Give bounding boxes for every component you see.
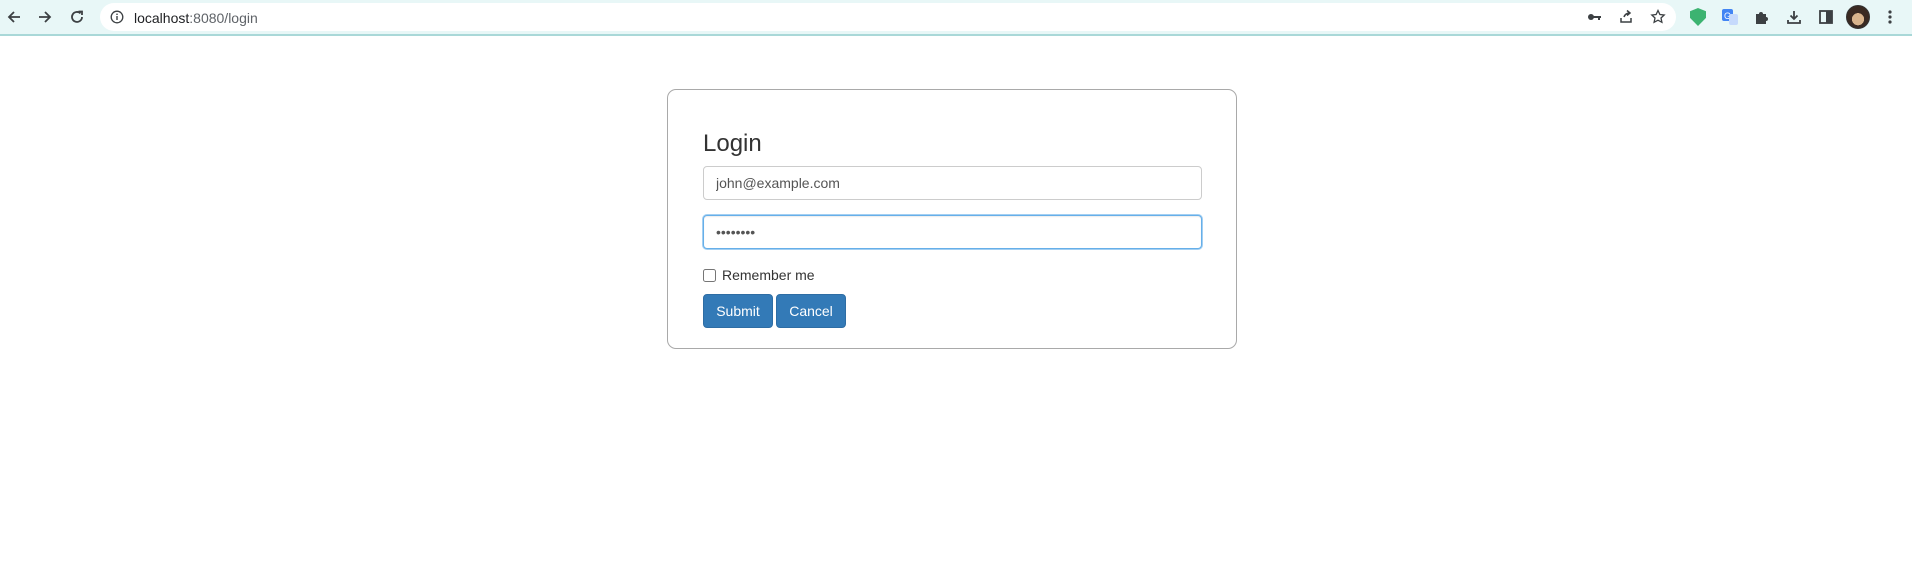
info-icon[interactable] xyxy=(110,10,124,24)
forward-icon[interactable] xyxy=(31,0,59,34)
email-field[interactable] xyxy=(703,166,1202,200)
remember-label: Remember me xyxy=(722,267,815,283)
puzzle-icon[interactable] xyxy=(1748,0,1776,34)
download-icon[interactable] xyxy=(1780,0,1808,34)
remember-checkbox[interactable] xyxy=(703,268,716,282)
submit-button[interactable]: Submit xyxy=(703,294,773,328)
browser-toolbar: localhost:8080/login G xyxy=(0,0,1912,36)
url-host: localhost xyxy=(134,10,190,26)
key-icon[interactable] xyxy=(1580,0,1608,34)
translate-icon[interactable]: G xyxy=(1716,0,1744,34)
password-field[interactable] xyxy=(703,215,1202,249)
remember-me[interactable]: Remember me xyxy=(703,266,815,284)
kebab-menu-icon[interactable] xyxy=(1876,0,1904,34)
sidepanel-icon[interactable] xyxy=(1812,0,1840,34)
extension-shield-icon[interactable] xyxy=(1684,0,1712,34)
url-path: :8080/login xyxy=(189,10,258,26)
login-card: Login Remember me Submit Cancel xyxy=(667,89,1237,349)
login-title: Login xyxy=(703,130,762,157)
share-icon[interactable] xyxy=(1612,0,1640,34)
profile-avatar[interactable] xyxy=(1844,0,1872,34)
url-text: localhost:8080/login xyxy=(134,10,258,26)
cancel-button[interactable]: Cancel xyxy=(776,294,846,328)
reload-icon[interactable] xyxy=(63,0,91,34)
address-bar[interactable]: localhost:8080/login xyxy=(100,3,1676,31)
bookmark-star-icon[interactable] xyxy=(1644,0,1672,34)
back-icon[interactable] xyxy=(0,0,28,34)
